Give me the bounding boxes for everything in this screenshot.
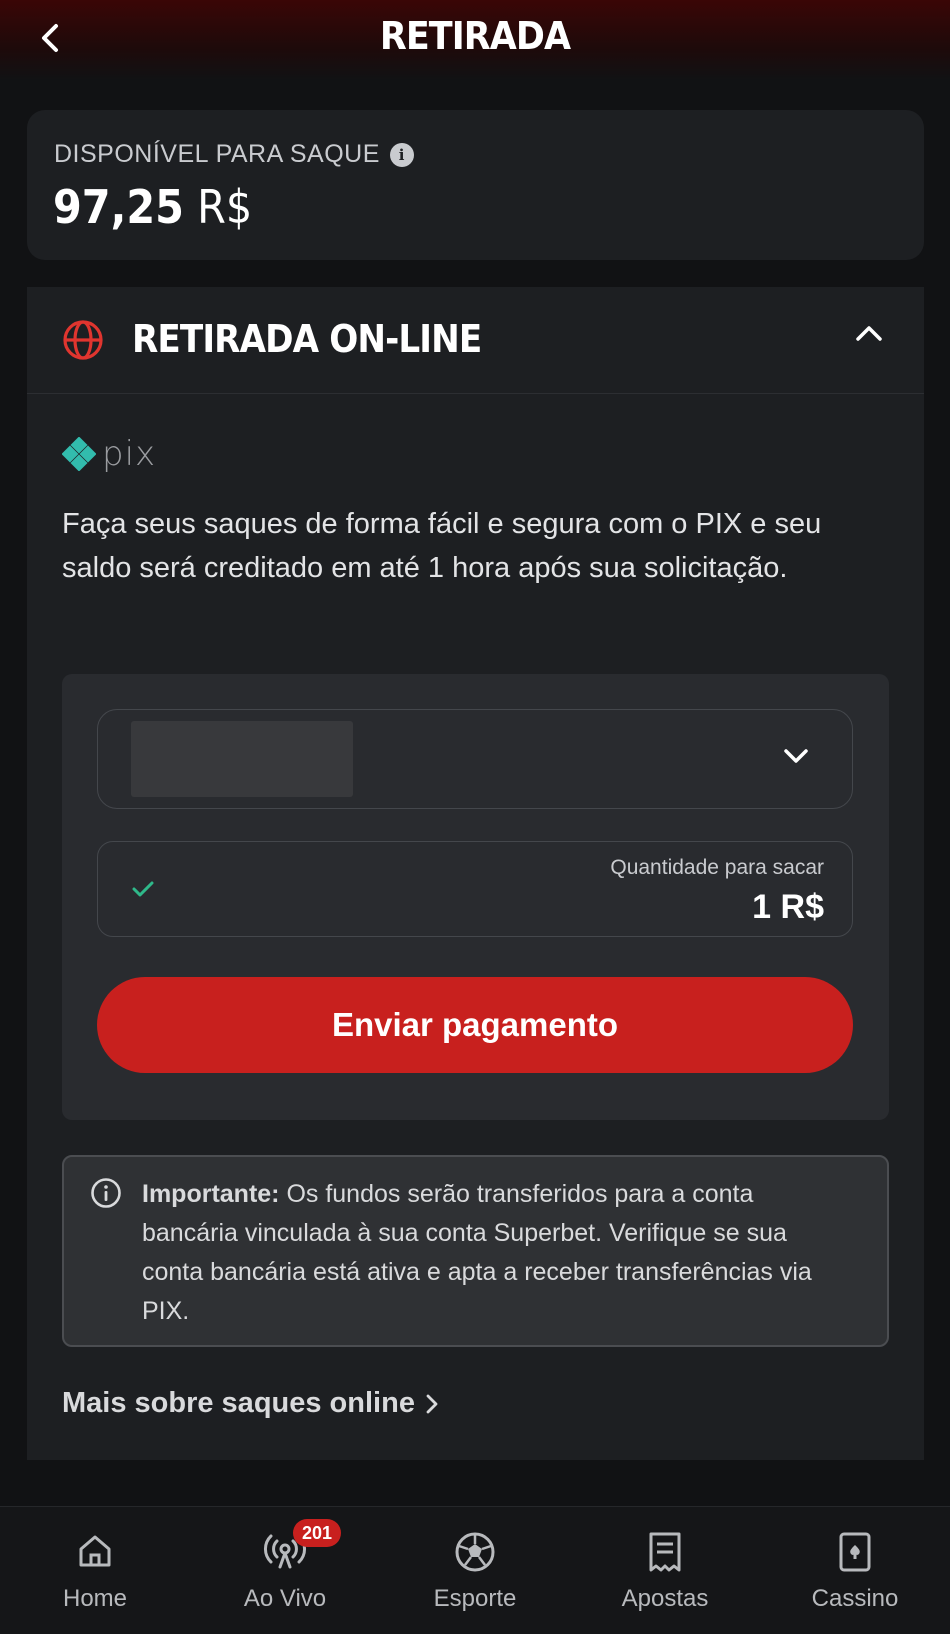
card-icon <box>839 1532 871 1572</box>
nav-sports[interactable]: Esporte <box>380 1507 570 1634</box>
pix-logo: pix <box>62 434 156 474</box>
notice-bold: Importante: <box>142 1180 280 1208</box>
header: RETIRADA <box>0 0 950 80</box>
globe-icon <box>63 320 103 360</box>
pix-wordmark: pix <box>102 434 157 474</box>
more-about-withdrawals-link[interactable]: Mais sobre saques online <box>62 1387 439 1420</box>
home-icon <box>79 1535 111 1567</box>
important-notice: Importante: Os fundos serão transferidos… <box>62 1155 889 1347</box>
live-count-badge: 201 <box>293 1519 342 1547</box>
pix-description: Faça seus saques de forma fácil e segura… <box>62 508 822 584</box>
bank-account-select[interactable] <box>97 709 853 809</box>
check-icon <box>132 881 154 897</box>
soccer-ball-icon <box>455 1532 495 1572</box>
withdraw-form: Quantidade para sacar 1 R$ Enviar pagame… <box>62 674 889 1120</box>
balance-amount: 97,25 R$ <box>53 180 252 234</box>
online-withdrawal-section: RETIRADA ON-LINE pix Faça seus saques de… <box>27 287 924 1460</box>
balance-currency: R$ <box>197 180 253 234</box>
nav-casino-label: Cassino <box>811 1585 899 1612</box>
section-header[interactable]: RETIRADA ON-LINE <box>27 287 924 394</box>
info-circle-icon <box>91 1178 121 1208</box>
info-icon[interactable]: i <box>389 142 414 167</box>
submit-payment-button[interactable]: Enviar pagamento <box>97 977 853 1073</box>
nav-bets[interactable]: Apostas <box>570 1507 760 1634</box>
bottom-nav: Home 201 Ao Vivo Esporte Apostas Cassino <box>0 1506 950 1634</box>
section-title: RETIRADA ON-LINE <box>132 317 482 361</box>
nav-sports-label: Esporte <box>433 1585 517 1612</box>
amount-label: Quantidade para sacar <box>610 856 824 879</box>
nav-home-label: Home <box>62 1585 128 1612</box>
amount-input[interactable]: Quantidade para sacar 1 R$ <box>97 841 853 937</box>
nav-bets-label: Apostas <box>621 1585 709 1612</box>
amount-value: 1 R$ <box>752 888 824 926</box>
nav-live-label: Ao Vivo <box>243 1585 327 1612</box>
redacted-account <box>131 721 353 797</box>
page-title: RETIRADA <box>379 14 571 58</box>
chevron-up-icon[interactable] <box>854 323 884 343</box>
pix-diamond-icon <box>62 437 96 471</box>
chevron-right-icon <box>426 1394 438 1413</box>
balance-value: 97,25 <box>53 180 184 234</box>
balance-label-row: DISPONÍVEL PARA SAQUE i <box>54 140 414 169</box>
receipt-icon <box>649 1532 681 1572</box>
chevron-down-icon <box>784 749 808 763</box>
balance-card: DISPONÍVEL PARA SAQUE i 97,25 R$ <box>27 110 924 260</box>
more-link-label: Mais sobre saques online <box>62 1387 415 1419</box>
nav-live[interactable]: 201 Ao Vivo <box>190 1507 380 1634</box>
notice-text: Importante: Os fundos serão transferidos… <box>142 1175 842 1331</box>
nav-casino[interactable]: Cassino <box>760 1507 950 1634</box>
balance-label: DISPONÍVEL PARA SAQUE <box>54 140 380 168</box>
nav-home[interactable]: Home <box>0 1507 190 1634</box>
